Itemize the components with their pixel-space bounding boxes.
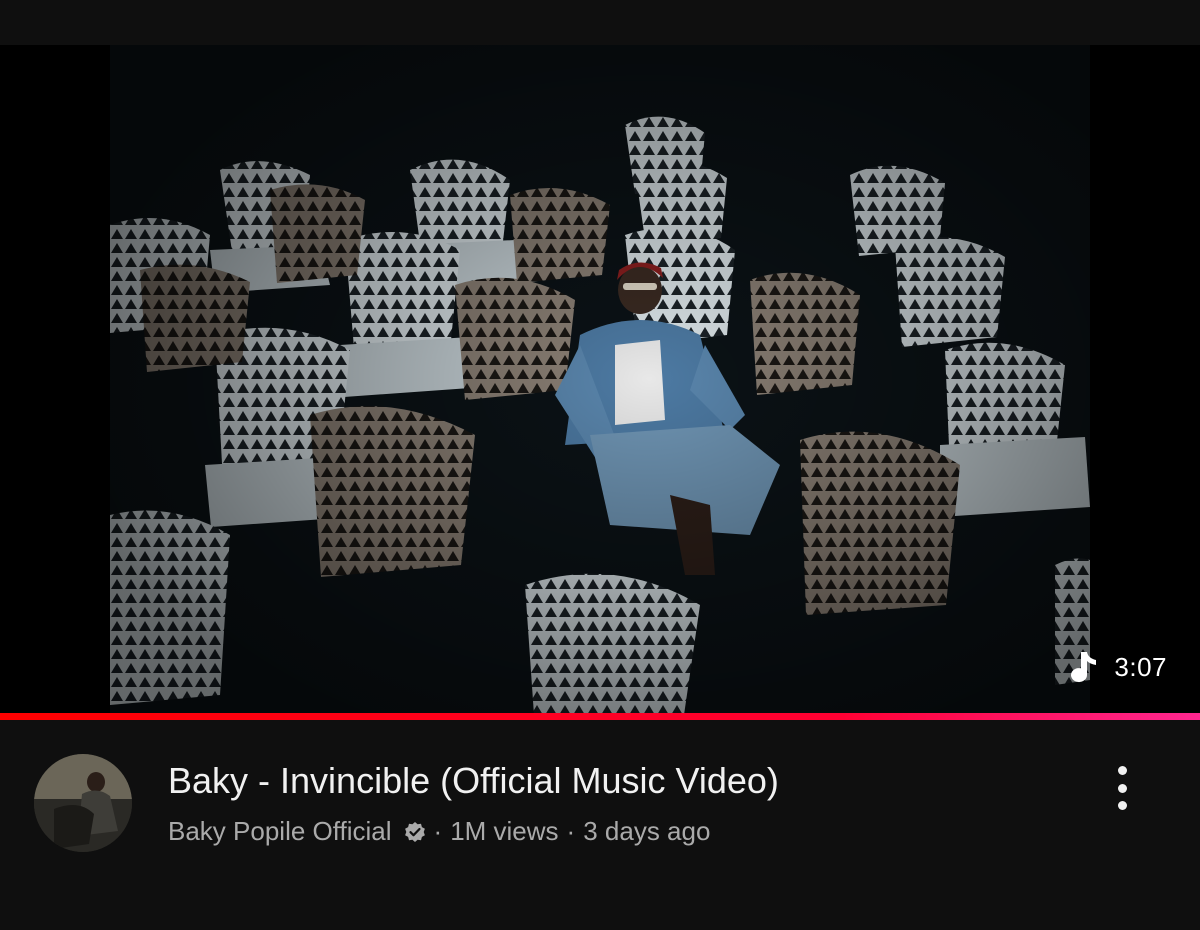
verified-check-icon (404, 821, 425, 842)
video-player[interactable]: 3:07 (0, 45, 1200, 713)
meta-separator: · (433, 816, 443, 846)
channel-avatar[interactable] (34, 754, 132, 852)
status-bar-area (0, 0, 1200, 45)
more-vertical-icon-dot (1117, 783, 1127, 793)
music-note-icon (1071, 652, 1097, 683)
watch-progress-bar (0, 713, 1200, 720)
video-title[interactable]: Baky - Invincible (Official Music Video) (168, 760, 779, 802)
avatar-image (34, 754, 132, 852)
video-details: Baky - Invincible (Official Music Video)… (0, 720, 1200, 930)
video-thumbnail[interactable] (110, 45, 1090, 713)
more-options-button[interactable] (1104, 760, 1140, 816)
video-meta: Baky Popile Official · 1M views · 3 days… (168, 816, 718, 847)
more-vertical-icon (1117, 766, 1127, 775)
upload-date: 3 days ago (583, 816, 711, 846)
view-count: 1M views (450, 816, 559, 846)
meta-separator: · (566, 816, 576, 846)
duration-badge: 3:07 (1040, 642, 1185, 692)
channel-name[interactable]: Baky Popile Official (168, 816, 392, 847)
thumbnail-scene (110, 45, 1090, 713)
video-duration: 3:07 (1114, 651, 1167, 682)
more-vertical-icon-dot (1117, 801, 1127, 810)
watch-progress-fill (0, 713, 1200, 720)
